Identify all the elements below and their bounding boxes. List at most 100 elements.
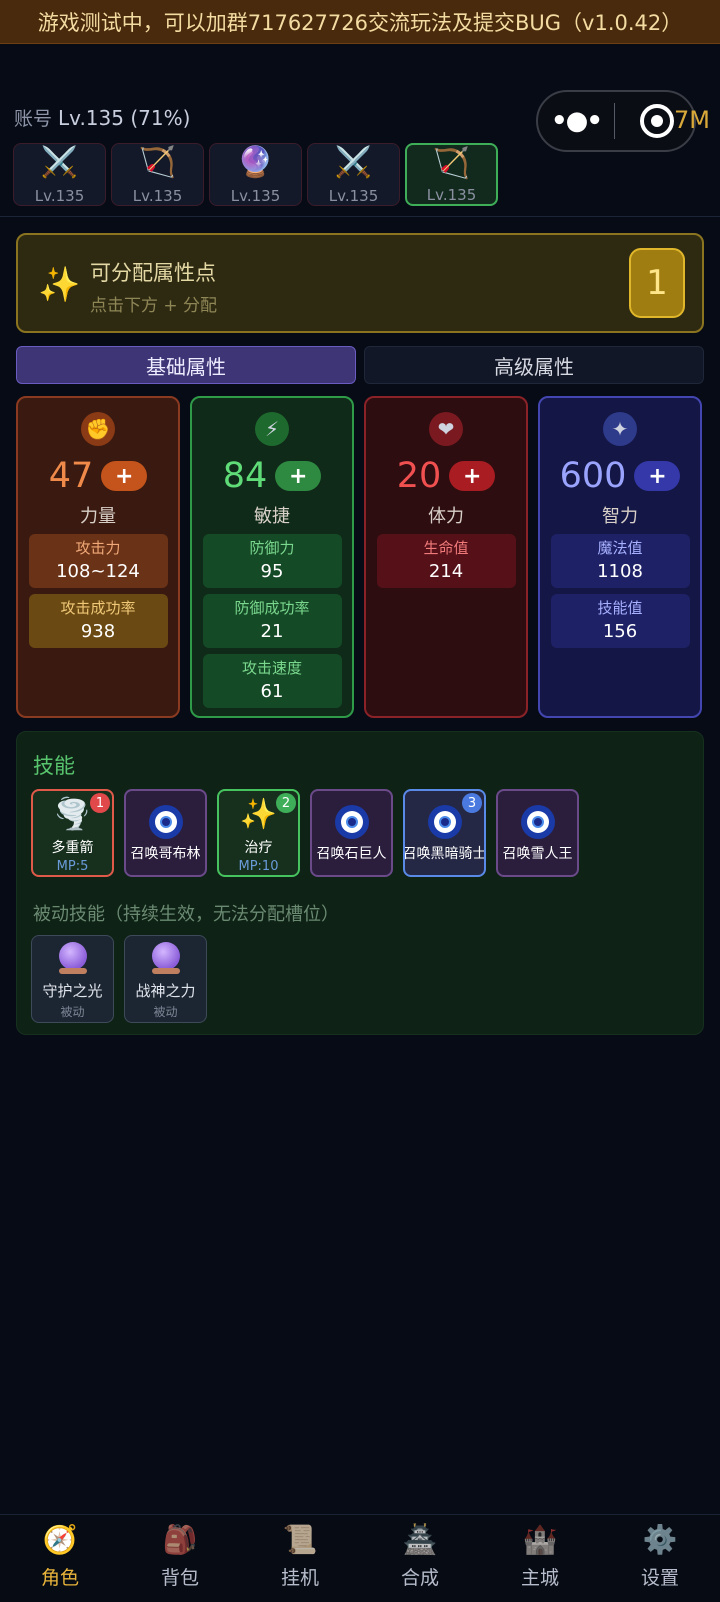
character-icon: 🧭	[42, 1523, 78, 1556]
hero-level: Lv.135	[426, 186, 477, 204]
stat-box-label: 魔法值	[597, 539, 643, 557]
nav-backpack[interactable]: 🎒 背包	[120, 1515, 240, 1602]
scroll-icon: 📜	[282, 1523, 318, 1556]
skill-heal[interactable]: 2 ✨ 治疗 MP:10	[217, 789, 300, 877]
account-label: 账号	[14, 108, 53, 130]
hero-level: Lv.135	[132, 187, 183, 205]
gold-amount: 7M	[674, 106, 710, 134]
agility-label: 敏捷	[254, 506, 290, 527]
stat-box-label: 技能值	[597, 599, 643, 617]
sparkles-icon: ✨	[239, 797, 278, 832]
passive-tag: 被动	[153, 1005, 178, 1019]
passive-skills-row: 守护之光 被动 战神之力 被动	[31, 935, 207, 1023]
skill-summon-yeti-king[interactable]: 召唤雪人王	[496, 789, 579, 877]
add-agility-button[interactable]: +	[275, 461, 322, 491]
add-strength-button[interactable]: +	[101, 461, 148, 491]
stat-box-label: 防御成功率	[234, 599, 310, 617]
crystal-ball-icon	[58, 942, 87, 970]
nav-label: 挂机	[280, 1567, 319, 1589]
stat-box: 攻击速度 61	[202, 654, 342, 708]
skill-slot-badge: 1	[90, 793, 110, 813]
strength-label: 力量	[80, 506, 116, 527]
stat-box-value: 95	[260, 561, 284, 582]
stat-box-label: 攻击速度	[241, 659, 302, 677]
vitality-value: 20	[396, 456, 442, 496]
close-target-icon[interactable]	[640, 104, 674, 138]
stat-box: 攻击成功率 938	[28, 594, 168, 648]
skill-name: 召唤石巨人	[316, 846, 387, 862]
stat-box-label: 攻击力	[75, 539, 121, 557]
backpack-icon: 🎒	[162, 1523, 198, 1556]
nav-label: 合成	[400, 1567, 439, 1589]
nav-label: 背包	[160, 1567, 199, 1589]
evil-eye-icon	[520, 805, 555, 839]
fist-icon: ✊	[81, 412, 115, 446]
nav-character[interactable]: 🧭 角色	[0, 1515, 120, 1602]
bow-icon: 🏹	[432, 146, 471, 181]
nav-craft[interactable]: 🏯 合成	[360, 1515, 480, 1602]
stat-box-label: 生命值	[423, 539, 469, 557]
skill-summon-stone-giant[interactable]: 召唤石巨人	[310, 789, 393, 877]
intelligence-label: 智力	[602, 506, 638, 527]
stat-box: 魔法值 1108	[550, 534, 690, 588]
hero-level: Lv.135	[34, 187, 85, 205]
sparkles-icon: ✨	[38, 265, 81, 305]
passive-tag: 被动	[60, 1005, 85, 1019]
nav-settings[interactable]: ⚙️ 设置	[600, 1515, 720, 1602]
gear-icon: ⚙️	[642, 1523, 678, 1556]
intelligence-value: 600	[559, 456, 627, 496]
more-menu-icon[interactable]: •●•	[538, 106, 614, 136]
header-divider	[0, 216, 720, 217]
bottom-navigation: 🧭 角色 🎒 背包 📜 挂机 🏯 合成 🏰 主城 ⚙️ 设置	[0, 1514, 720, 1602]
nav-label: 主城	[520, 1567, 559, 1589]
passive-skill-war-god-power[interactable]: 战神之力 被动	[124, 935, 207, 1023]
test-notice-banner: 游戏测试中，可以加群717627726交流玩法及提交BUG（v1.0.42）	[0, 0, 720, 44]
nav-main-city[interactable]: 🏰 主城	[480, 1515, 600, 1602]
stat-box-value: 938	[80, 621, 116, 642]
attribute-tabs: 基础属性 高级属性	[16, 346, 704, 384]
stat-box: 防御力 95	[202, 534, 342, 588]
hero-slot-5-selected[interactable]: 🏹 Lv.135	[405, 143, 498, 206]
vitality-card: ❤ 20 + 体力 生命值 214	[364, 396, 528, 718]
crystal-ball-base	[58, 968, 87, 974]
stat-box-value: 61	[260, 681, 284, 702]
skill-name: 召唤黑暗骑士	[403, 846, 486, 862]
tab-advanced-attributes[interactable]: 高级属性	[364, 346, 704, 384]
add-intelligence-button[interactable]: +	[634, 461, 681, 491]
skill-summon-dark-knight[interactable]: 3 召唤黑暗骑士	[403, 789, 486, 877]
stat-box: 防御成功率 21	[202, 594, 342, 648]
agility-value: 84	[222, 456, 268, 496]
hero-slot-1[interactable]: ⚔️ Lv.135	[13, 143, 106, 206]
add-vitality-button[interactable]: +	[449, 461, 496, 491]
bow-icon: 🏹	[138, 145, 177, 180]
strength-value: 47	[48, 456, 94, 496]
crossed-swords-icon: ⚔️	[334, 145, 373, 180]
brain-emblem-icon: ✦	[603, 412, 637, 446]
passive-skills-title: 被动技能（持续生效，无法分配槽位）	[33, 904, 339, 925]
evil-eye-icon	[148, 805, 183, 839]
lightning-icon: ⚡	[255, 412, 289, 446]
banner-text: 游戏测试中，可以加群717627726交流玩法及提交BUG（v1.0.42）	[37, 10, 683, 35]
passive-skill-guardian-light[interactable]: 守护之光 被动	[31, 935, 114, 1023]
hero-slot-4[interactable]: ⚔️ Lv.135	[307, 143, 400, 206]
mini-program-capsule[interactable]: •●• 7M	[536, 90, 710, 152]
stat-box-value: 214	[428, 561, 464, 582]
hero-party-bar: ⚔️ Lv.135 🏹 Lv.135 🔮 Lv.135 ⚔️ Lv.135 🏹 …	[13, 143, 498, 206]
tab-basic-attributes[interactable]: 基础属性	[16, 346, 356, 384]
hero-slot-3[interactable]: 🔮 Lv.135	[209, 143, 302, 206]
skills-panel: 技能 1 🌪️ 多重箭 MP:5 召唤哥布林 2 ✨ 治疗 MP:10 召唤石巨…	[16, 731, 704, 1035]
stat-box-value: 1108	[597, 561, 643, 582]
attribute-cards: ✊ 47 + 力量 攻击力 108~124 攻击成功率 938 ⚡ 84 + 敏…	[16, 396, 702, 718]
stat-box: 技能值 156	[550, 594, 690, 648]
hero-slot-2[interactable]: 🏹 Lv.135	[111, 143, 204, 206]
points-hint: 点击下方 + 分配	[90, 296, 218, 316]
hero-level: Lv.135	[328, 187, 379, 205]
skill-multishot[interactable]: 1 🌪️ 多重箭 MP:5	[31, 789, 114, 877]
stat-box-label: 攻击成功率	[60, 599, 136, 617]
skills-title: 技能	[33, 754, 75, 778]
passive-skill-name: 战神之力	[135, 982, 196, 1000]
nav-idle[interactable]: 📜 挂机	[240, 1515, 360, 1602]
account-level-value: Lv.135 (71%)	[58, 106, 191, 130]
skill-summon-goblin[interactable]: 召唤哥布林	[124, 789, 207, 877]
stat-box: 生命值 214	[376, 534, 516, 588]
